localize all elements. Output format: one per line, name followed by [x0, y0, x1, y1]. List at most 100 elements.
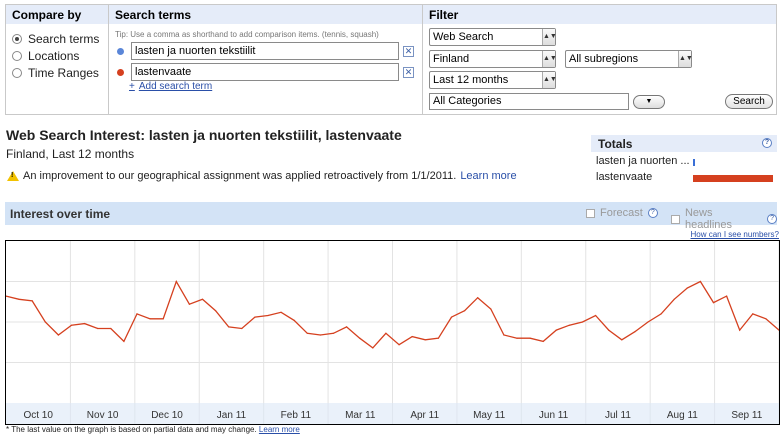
totals-panel: Totals ? lasten ja nuorten ... lastenvaa…: [591, 135, 777, 184]
series-color-dot: [117, 47, 124, 55]
results-title: Web Search Interest: lasten ja nuorten t…: [6, 127, 402, 143]
data-point: [555, 329, 557, 331]
search-term-input-1[interactable]: [131, 42, 399, 60]
remove-term-icon[interactable]: ✕: [403, 67, 414, 78]
data-point: [581, 321, 584, 323]
series-color-dot: [117, 68, 124, 76]
dropdown-arrow-icon: ▲▼: [542, 29, 557, 45]
remove-term-icon[interactable]: ✕: [403, 46, 414, 57]
search-button[interactable]: Search: [725, 94, 773, 109]
data-point: [306, 332, 308, 334]
data-point: [568, 324, 571, 326]
data-point: [542, 340, 544, 342]
checkbox-icon[interactable]: [586, 208, 595, 218]
news-headlines-toggle[interactable]: News headlines ?: [671, 207, 777, 231]
data-point: [293, 319, 295, 321]
x-tick-label: Jul 11: [605, 410, 631, 421]
property-value: Web Search: [433, 31, 494, 43]
data-point: [411, 336, 413, 338]
data-point: [477, 297, 479, 299]
compare-option-locations[interactable]: Locations: [12, 49, 79, 63]
data-point: [228, 326, 230, 328]
x-tick-label: Jan 11: [217, 410, 247, 421]
data-point: [752, 313, 754, 315]
search-term-input-2[interactable]: [131, 63, 399, 81]
country-value: Finland: [433, 53, 470, 65]
help-icon[interactable]: ?: [767, 214, 777, 224]
country-select[interactable]: Finland ▲▼: [429, 50, 557, 68]
data-point: [673, 298, 675, 300]
category-input[interactable]: All Categories: [429, 93, 629, 110]
subregion-value: All subregions: [569, 53, 639, 65]
search-terms-section: Search terms Tip: Use a comma as shortha…: [109, 5, 423, 114]
data-point: [149, 318, 151, 320]
totals-bar: [693, 175, 773, 182]
interest-over-time-title: Interest over time: [10, 207, 111, 221]
data-point: [712, 302, 715, 304]
data-point: [31, 300, 33, 302]
how-can-i-see-numbers-link[interactable]: How can I see numbers?: [691, 230, 780, 239]
interest-chart: Oct 10 Nov 10 Dec 10 Jan 11 Feb 11 Mar 11 Apr …: [5, 240, 780, 425]
time-range-select[interactable]: Last 12 months ▲▼: [429, 71, 557, 89]
data-point: [595, 314, 597, 317]
dropdown-arrow-icon: ▲▼: [542, 72, 557, 88]
data-point: [450, 316, 453, 318]
data-point: [726, 295, 728, 297]
data-point: [44, 321, 46, 323]
data-point: [280, 311, 282, 313]
x-tick-label: Apr 11: [410, 410, 439, 421]
checkbox-icon[interactable]: [671, 214, 680, 224]
property-select[interactable]: Web Search ▲▼: [429, 28, 557, 46]
x-tick-label: May 11: [473, 410, 505, 421]
help-icon[interactable]: ?: [762, 138, 772, 148]
totals-row-label: lasten ja nuorten ...: [596, 155, 690, 167]
query-panel: Compare by Search terms Locations Time R…: [5, 4, 777, 115]
totals-header-label: Totals: [598, 137, 633, 151]
data-point: [424, 339, 426, 341]
compare-option-label: Search terms: [28, 32, 100, 46]
category-dropdown-button[interactable]: ▼: [633, 95, 665, 109]
add-search-term-link[interactable]: + Add search term: [129, 81, 212, 92]
data-point: [608, 329, 610, 331]
compare-option-time-ranges[interactable]: Time Ranges: [12, 66, 99, 80]
totals-row: lasten ja nuorten ...: [591, 152, 777, 168]
compare-by-section: Compare by Search terms Locations Time R…: [6, 5, 109, 114]
compare-option-search-terms[interactable]: Search terms: [12, 32, 99, 46]
x-tick-label: Sep 11: [731, 410, 762, 421]
x-tick-label: Jun 11: [539, 410, 569, 421]
subregion-select[interactable]: All subregions ▲▼: [565, 50, 693, 68]
data-point: [332, 332, 335, 334]
dropdown-arrow-icon: ▲▼: [542, 51, 557, 67]
chart-footnote-text: * The last value on the graph is based o…: [6, 425, 257, 434]
geo-notice: ! An improvement to our geographical ass…: [7, 170, 517, 182]
radio-icon[interactable]: [12, 34, 22, 44]
x-tick-label: Oct 10: [23, 410, 53, 421]
radio-icon[interactable]: [12, 51, 22, 61]
data-point: [123, 340, 125, 342]
radio-icon[interactable]: [12, 68, 22, 78]
compare-by-header: Compare by: [6, 5, 108, 24]
footnote-learn-more-link[interactable]: Learn more: [259, 425, 300, 434]
help-icon[interactable]: ?: [647, 208, 658, 218]
add-search-term-label: Add search term: [138, 81, 213, 92]
data-point: [57, 334, 60, 336]
data-point: [503, 334, 505, 336]
search-terms-header: Search terms: [109, 5, 422, 24]
data-point: [254, 316, 256, 318]
forecast-toggle[interactable]: Forecast ?: [586, 207, 658, 219]
filter-section: Filter Web Search ▲▼ Finland ▲▼ All subr…: [423, 5, 776, 114]
learn-more-link[interactable]: Learn more: [460, 170, 516, 182]
filter-header: Filter: [423, 5, 776, 24]
data-point: [437, 337, 439, 339]
compare-option-label: Time Ranges: [28, 66, 99, 80]
data-point: [385, 332, 387, 334]
totals-bar: [693, 159, 695, 166]
dropdown-arrow-icon: ▲▼: [678, 51, 693, 67]
data-point: [346, 326, 348, 328]
data-point: [634, 331, 636, 333]
data-point: [699, 280, 702, 283]
x-tick-label: Mar 11: [345, 410, 376, 421]
data-point: [319, 334, 321, 336]
data-point: [359, 337, 361, 339]
geo-notice-text: An improvement to our geographical assig…: [23, 170, 457, 182]
